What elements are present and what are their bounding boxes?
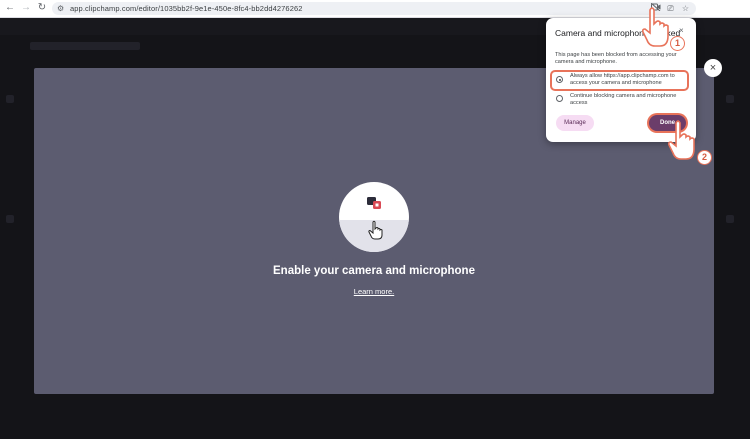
camera-illustration bbox=[339, 182, 409, 252]
hand-cursor-icon bbox=[667, 120, 695, 160]
step-1-badge: 1 bbox=[670, 36, 685, 51]
panel-close-button[interactable]: × bbox=[704, 59, 722, 77]
sidebar-placeholder bbox=[6, 95, 14, 103]
bookmark-star-icon[interactable]: ☆ bbox=[680, 3, 691, 14]
enable-camera-heading: Enable your camera and microphone bbox=[273, 265, 475, 277]
learn-more-link[interactable]: Learn more. bbox=[34, 287, 714, 296]
hand-cursor-icon bbox=[368, 220, 383, 240]
forward-icon[interactable]: → bbox=[20, 2, 32, 14]
step-2-badge: 2 bbox=[697, 150, 712, 165]
rightbar-placeholder bbox=[726, 95, 734, 103]
sidebar-placeholder bbox=[6, 215, 14, 223]
popup-description: This page has been blocked from accessin… bbox=[555, 52, 677, 65]
manage-button[interactable]: Manage bbox=[556, 115, 594, 131]
reload-icon[interactable]: ↻ bbox=[36, 2, 48, 14]
hand-cursor-icon bbox=[641, 7, 669, 47]
block-radio[interactable] bbox=[556, 95, 563, 102]
popup-close-icon[interactable]: × bbox=[679, 26, 684, 35]
back-icon[interactable]: ← bbox=[4, 2, 16, 14]
app-title-placeholder bbox=[30, 42, 140, 50]
allow-radio[interactable] bbox=[556, 76, 563, 83]
address-bar[interactable]: ⚙ app.clipchamp.com/editor/1035bb2f-9e1e… bbox=[52, 2, 696, 15]
url-text[interactable]: app.clipchamp.com/editor/1035bb2f-9e1e-4… bbox=[70, 2, 303, 15]
site-settings-icon[interactable]: ⚙ bbox=[57, 3, 64, 14]
camera-icon bbox=[367, 197, 381, 209]
block-option-label[interactable]: Continue blocking camera and microphone … bbox=[570, 93, 688, 107]
allow-option-label[interactable]: Always allow https://app.clipchamp.com t… bbox=[570, 73, 688, 87]
rightbar-placeholder bbox=[726, 215, 734, 223]
browser-toolbar: ← → ↻ ⚙ app.clipchamp.com/editor/1035bb2… bbox=[0, 0, 750, 18]
